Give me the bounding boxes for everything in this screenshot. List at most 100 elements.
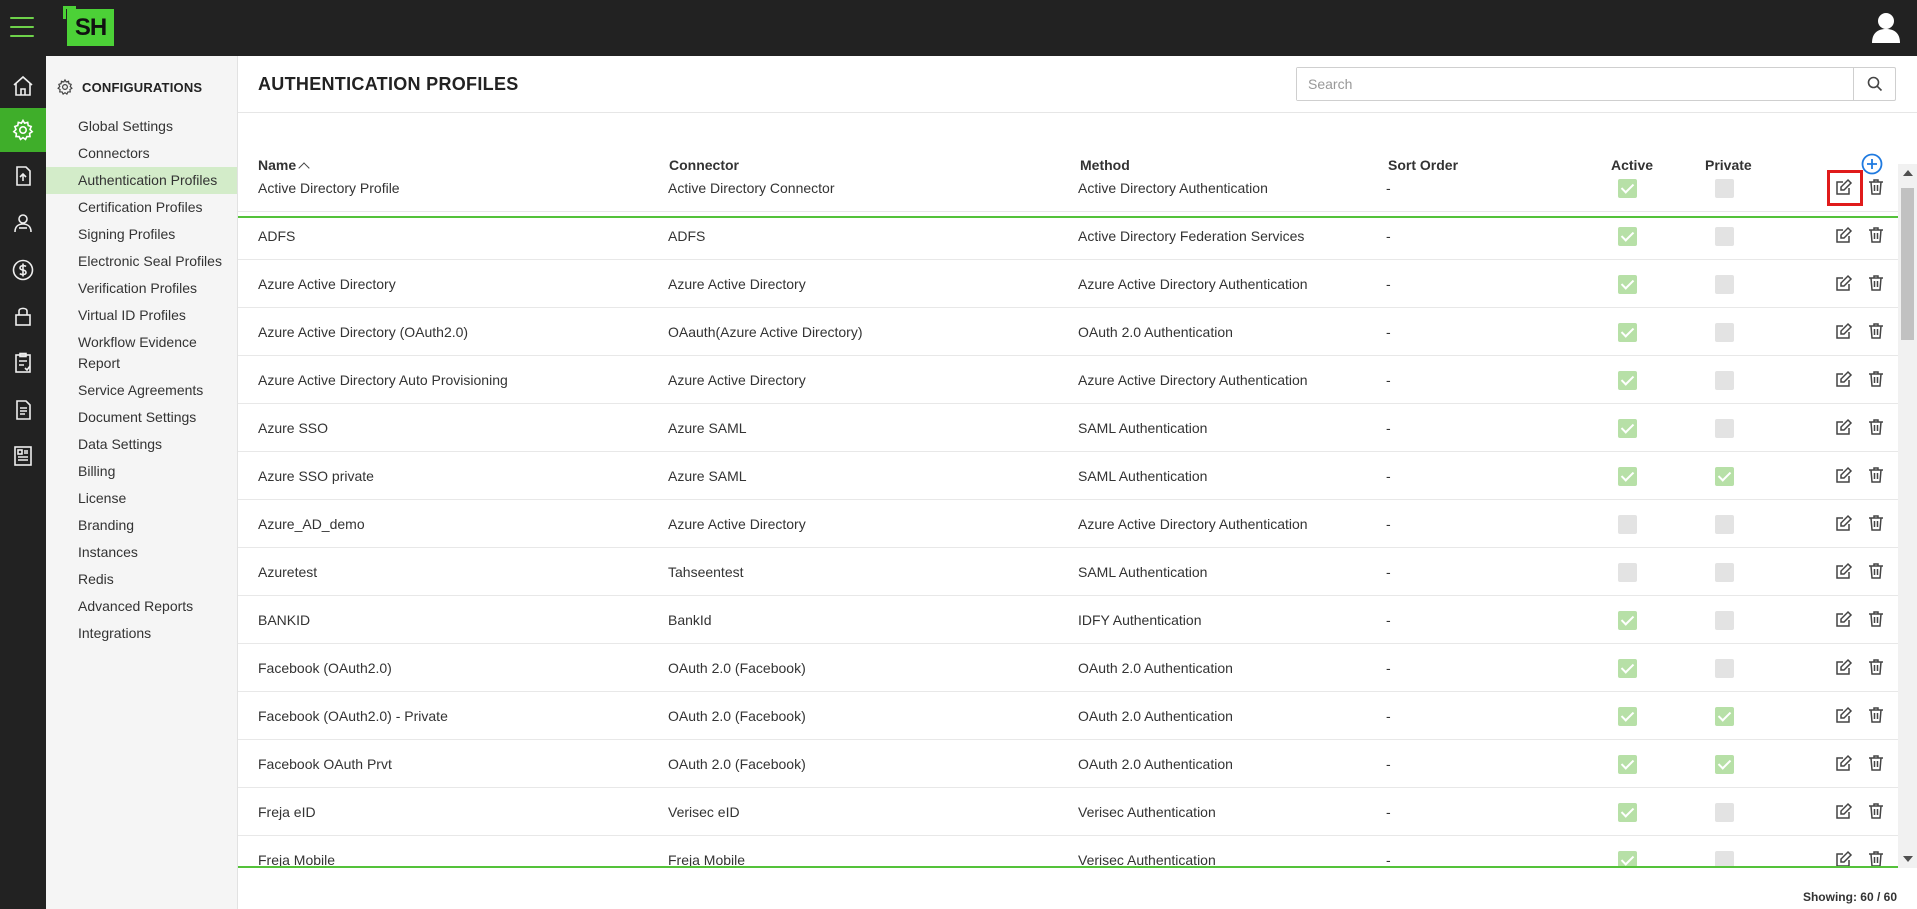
private-checkbox[interactable] [1715,179,1734,198]
edit-icon[interactable] [1835,466,1855,486]
document-icon[interactable] [0,388,46,432]
trash-icon[interactable] [1867,802,1887,822]
table-row[interactable]: Azure SSO Azure SAML SAML Authentication - [238,404,1898,452]
sidebar-item-verification-profiles[interactable]: Verification Profiles [46,275,237,302]
active-checkbox[interactable] [1618,419,1637,438]
trash-icon[interactable] [1867,274,1887,294]
search-input[interactable] [1297,68,1853,100]
active-checkbox[interactable] [1618,611,1637,630]
edit-icon[interactable] [1835,514,1855,534]
trash-icon[interactable] [1867,850,1887,866]
table-row[interactable]: Facebook (OAuth2.0) - Private OAuth 2.0 (… [238,692,1898,740]
private-checkbox[interactable] [1715,467,1734,486]
sidebar-item-redis[interactable]: Redis [46,566,237,593]
table-row[interactable]: ADFS ADFS Active Directory Federation Serv… [238,212,1898,260]
report-icon[interactable] [0,434,46,478]
home-icon[interactable] [0,64,46,108]
trash-icon[interactable] [1867,178,1887,198]
app-logo[interactable]: SH [63,6,114,46]
sidebar-item-document-settings[interactable]: Document Settings [46,404,237,431]
private-checkbox[interactable] [1715,419,1734,438]
edit-icon[interactable] [1835,754,1855,774]
active-checkbox[interactable] [1618,707,1637,726]
private-checkbox[interactable] [1715,707,1734,726]
table-scrollbar[interactable] [1898,164,1917,868]
table-row[interactable]: Facebook OAuth Prvt OAuth 2.0 (Facebook) O… [238,740,1898,788]
table-row[interactable]: Active Directory Profile Active Directory… [238,164,1898,212]
trash-icon[interactable] [1867,514,1887,534]
user-avatar-icon[interactable] [1869,10,1903,44]
dollar-icon[interactable] [0,248,46,292]
active-checkbox[interactable] [1618,467,1637,486]
private-checkbox[interactable] [1715,851,1734,866]
trash-icon[interactable] [1867,706,1887,726]
table-row[interactable]: BANKID BankId IDFY Authentication - [238,596,1898,644]
sidebar-item-workflow-evidence-report[interactable]: Workflow Evidence Report [46,329,216,377]
trash-icon[interactable] [1867,466,1887,486]
edit-icon[interactable] [1835,658,1855,678]
active-checkbox[interactable] [1618,563,1637,582]
private-checkbox[interactable] [1715,803,1734,822]
sidebar-item-connectors[interactable]: Connectors [46,140,237,167]
edit-icon[interactable] [1835,370,1855,390]
scrollbar-thumb[interactable] [1901,188,1914,340]
search-button[interactable] [1853,68,1895,100]
table-row[interactable]: Freja Mobile Freja Mobile Verisec Authenti… [238,836,1898,866]
table-row[interactable]: Azure Active Directory Auto Provisioning… [238,356,1898,404]
edit-icon[interactable] [1835,322,1855,342]
sidebar-item-global-settings[interactable]: Global Settings [46,113,237,140]
active-checkbox[interactable] [1618,227,1637,246]
sidebar-item-branding[interactable]: Branding [46,512,237,539]
table-row[interactable]: Azure Active Directory (OAuth2.0) OAauth(… [238,308,1898,356]
private-checkbox[interactable] [1715,323,1734,342]
sidebar-item-authentication-profiles[interactable]: Authentication Profiles [46,167,237,194]
active-checkbox[interactable] [1618,659,1637,678]
private-checkbox[interactable] [1715,611,1734,630]
active-checkbox[interactable] [1618,179,1637,198]
sidebar-item-license[interactable]: License [46,485,237,512]
lock-icon[interactable] [0,294,46,338]
active-checkbox[interactable] [1618,803,1637,822]
edit-icon[interactable] [1835,610,1855,630]
sidebar-item-certification-profiles[interactable]: Certification Profiles [46,194,237,221]
hamburger-menu-icon[interactable] [10,17,34,39]
private-checkbox[interactable] [1715,227,1734,246]
edit-icon[interactable] [1835,274,1855,294]
active-checkbox[interactable] [1618,755,1637,774]
table-row[interactable]: Azuretest Tahseentest SAML Authentication - [238,548,1898,596]
table-row[interactable]: Azure SSO private Azure SAML SAML Authenti… [238,452,1898,500]
private-checkbox[interactable] [1715,659,1734,678]
trash-icon[interactable] [1867,322,1887,342]
sidebar-item-electronic-seal-profiles[interactable]: Electronic Seal Profiles [46,248,237,275]
sidebar-item-data-settings[interactable]: Data Settings [46,431,237,458]
table-row[interactable]: Facebook (OAuth2.0) OAuth 2.0 (Facebook) O… [238,644,1898,692]
sidebar-item-billing[interactable]: Billing [46,458,237,485]
table-row[interactable]: Freja eID Verisec eID Verisec Authenticati… [238,788,1898,836]
active-checkbox[interactable] [1618,323,1637,342]
private-checkbox[interactable] [1715,515,1734,534]
scroll-down-arrow[interactable] [1903,856,1913,862]
edit-icon[interactable] [1835,418,1855,438]
active-checkbox[interactable] [1618,515,1637,534]
scroll-up-arrow[interactable] [1903,170,1913,176]
private-checkbox[interactable] [1715,275,1734,294]
settings-icon[interactable] [0,108,46,152]
active-checkbox[interactable] [1618,851,1637,866]
upload-document-icon[interactable] [0,154,46,198]
sidebar-item-service-agreements[interactable]: Service Agreements [46,377,237,404]
table-row[interactable]: Azure_AD_demo Azure Active Directory Azure… [238,500,1898,548]
trash-icon[interactable] [1867,754,1887,774]
private-checkbox[interactable] [1715,755,1734,774]
edit-icon[interactable] [1835,562,1855,582]
trash-icon[interactable] [1867,370,1887,390]
trash-icon[interactable] [1867,610,1887,630]
sidebar-item-integrations[interactable]: Integrations [46,620,237,647]
trash-icon[interactable] [1867,226,1887,246]
edit-icon[interactable] [1835,850,1855,866]
trash-icon[interactable] [1867,562,1887,582]
clipboard-check-icon[interactable] [0,341,46,385]
sidebar-item-advanced-reports[interactable]: Advanced Reports [46,593,237,620]
trash-icon[interactable] [1867,418,1887,438]
edit-icon[interactable] [1835,706,1855,726]
trash-icon[interactable] [1867,658,1887,678]
